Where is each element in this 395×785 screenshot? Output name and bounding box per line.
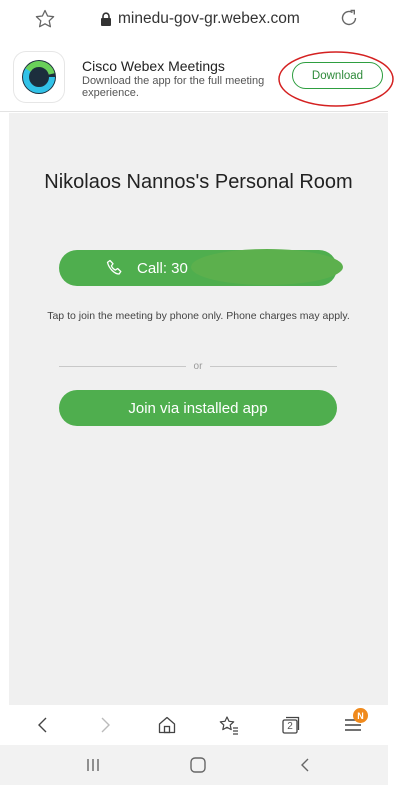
address-field[interactable]: minedu-gov-gr.webex.com bbox=[100, 8, 300, 30]
redaction-mark bbox=[191, 249, 343, 285]
divider-line-right bbox=[210, 365, 337, 367]
app-name: Cisco Webex Meetings bbox=[82, 58, 225, 74]
system-home-icon[interactable] bbox=[188, 756, 208, 774]
join-app-button[interactable]: Join via installed app bbox=[59, 390, 337, 426]
or-divider: or bbox=[59, 359, 337, 373]
back-icon[interactable] bbox=[32, 714, 54, 736]
phone-icon bbox=[106, 259, 122, 275]
tabs-count: 2 bbox=[287, 721, 293, 732]
meeting-panel: Nikolaos Nannos's Personal Room Call: 30… bbox=[9, 113, 388, 705]
browser-screen: minedu-gov-gr.webex.com Cisco Webex Meet… bbox=[0, 0, 394, 785]
bookmark-star-icon[interactable] bbox=[34, 8, 56, 30]
phone-note: Tap to join the meeting by phone only. P… bbox=[47, 310, 350, 322]
reload-icon[interactable] bbox=[338, 7, 360, 29]
forward-icon[interactable] bbox=[94, 714, 116, 736]
system-back-icon[interactable] bbox=[295, 756, 315, 774]
room-title: Nikolaos Nannos's Personal Room bbox=[44, 171, 353, 193]
tabs-icon[interactable]: 2 bbox=[280, 714, 302, 736]
bookmarks-icon[interactable] bbox=[218, 714, 240, 736]
browser-toolbar: 2 N bbox=[0, 705, 388, 745]
divider-text: or bbox=[193, 360, 203, 372]
download-button[interactable]: Download bbox=[292, 62, 383, 89]
url-text: minedu-gov-gr.webex.com bbox=[118, 10, 300, 27]
call-label: Call: 30 bbox=[137, 259, 188, 277]
webex-logo bbox=[14, 52, 64, 102]
url-bar: minedu-gov-gr.webex.com bbox=[0, 0, 388, 40]
app-description: Download the app for the full meeting ex… bbox=[82, 75, 265, 99]
lock-icon bbox=[101, 12, 111, 26]
menu-icon[interactable]: N bbox=[342, 708, 368, 736]
divider-line-left bbox=[59, 365, 186, 367]
recent-apps-icon[interactable] bbox=[83, 756, 103, 774]
system-navbar bbox=[0, 745, 388, 785]
notification-badge: N bbox=[353, 708, 368, 723]
home-icon[interactable] bbox=[156, 714, 178, 736]
